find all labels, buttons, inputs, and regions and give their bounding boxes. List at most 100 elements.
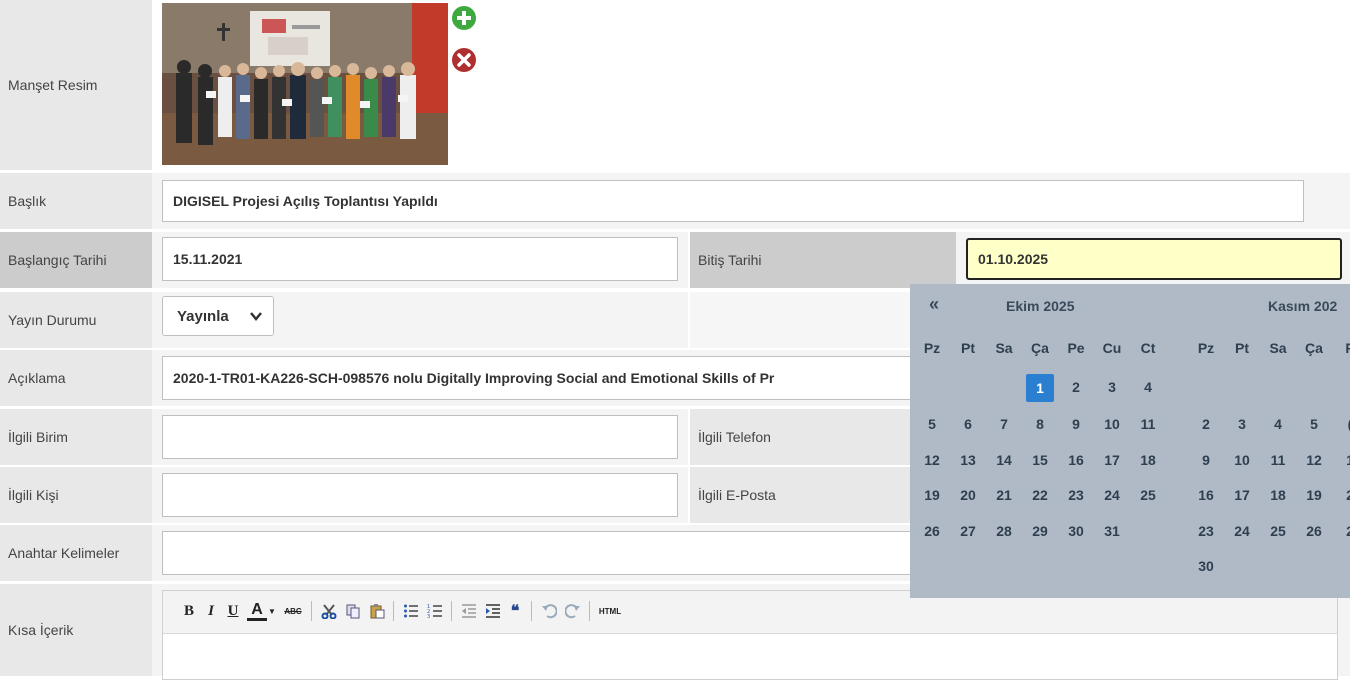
datepicker-day[interactable]: 2 — [1062, 379, 1090, 395]
close-circle-icon[interactable] — [452, 48, 476, 72]
yayin-durumu-select[interactable]: Yayınla — [162, 296, 274, 336]
datepicker-month1-title: Ekim 2025 — [1006, 298, 1075, 314]
datepicker-day[interactable]: 7 — [990, 416, 1018, 432]
bullet-list-icon[interactable] — [401, 601, 421, 621]
datepicker-day[interactable]: 11 — [1264, 452, 1292, 468]
datepicker-day[interactable]: 5 — [1300, 416, 1328, 432]
datepicker-day[interactable]: 19 — [1300, 487, 1328, 503]
spellcheck-button[interactable]: ABC — [281, 601, 305, 621]
datepicker-weekday: Cu — [1102, 340, 1122, 356]
html-source-button[interactable]: HTML — [595, 601, 625, 621]
datepicker-weekday: Pz — [1197, 340, 1215, 356]
cut-icon[interactable] — [319, 601, 339, 621]
datepicker-weekday: Ct — [1140, 340, 1156, 356]
datepicker-day[interactable]: 21 — [990, 487, 1018, 503]
datepicker-day[interactable]: 2 — [1336, 487, 1350, 503]
redo-icon[interactable] — [563, 601, 583, 621]
datepicker-day[interactable]: 11 — [1134, 416, 1162, 432]
ilgili-kisi-input[interactable] — [162, 473, 678, 517]
bitis-tarihi-label: Bitiş Tarihi — [690, 232, 956, 288]
underline-button[interactable]: U — [225, 601, 241, 621]
datepicker-day[interactable]: 17 — [1228, 487, 1256, 503]
datepicker-weekday: P — [1336, 340, 1350, 356]
indent-icon[interactable] — [483, 601, 503, 621]
datepicker-day[interactable]: 9 — [1062, 416, 1090, 432]
blockquote-icon[interactable]: ❝ — [505, 601, 525, 621]
bold-button[interactable]: B — [181, 601, 197, 621]
datepicker-day[interactable]: 24 — [1098, 487, 1126, 503]
datepicker-day[interactable]: 15 — [1026, 452, 1054, 468]
datepicker-day[interactable]: 28 — [990, 523, 1018, 539]
svg-text:3: 3 — [427, 614, 430, 619]
outdent-icon[interactable] — [459, 601, 479, 621]
datepicker-day[interactable]: 1 — [1026, 374, 1054, 402]
datepicker-day[interactable]: 17 — [1098, 452, 1126, 468]
datepicker-day[interactable]: 20 — [954, 487, 982, 503]
manset-resim-label: Manşet Resim — [0, 0, 152, 170]
datepicker-weekday: Pt — [1235, 340, 1249, 356]
datepicker-day[interactable]: 2 — [1336, 523, 1350, 539]
rich-text-editor[interactable]: B I U A ▼ ABC 123 ❝ HTML — [162, 590, 1338, 680]
datepicker-day[interactable]: 3 — [1228, 416, 1256, 432]
datepicker-day[interactable]: 30 — [1192, 558, 1220, 574]
aciklama-input[interactable]: 2020-1-TR01-KA226-SCH-098576 nolu Digita… — [162, 356, 922, 400]
datepicker-day[interactable]: 4 — [1264, 416, 1292, 432]
datepicker-day[interactable]: 26 — [918, 523, 946, 539]
datepicker-day[interactable]: 10 — [1098, 416, 1126, 432]
datepicker-day[interactable]: 2 — [1192, 416, 1220, 432]
datepicker-day[interactable]: ( — [1336, 416, 1350, 432]
datepicker-weekday: Sa — [1269, 340, 1287, 356]
undo-icon[interactable] — [539, 601, 559, 621]
numbered-list-icon[interactable]: 123 — [425, 601, 445, 621]
datepicker-day[interactable]: 16 — [1192, 487, 1220, 503]
datepicker-day[interactable]: 8 — [1026, 416, 1054, 432]
datepicker-day[interactable]: 13 — [954, 452, 982, 468]
datepicker-weekday: Pz — [923, 340, 941, 356]
datepicker-day[interactable]: 18 — [1134, 452, 1162, 468]
copy-icon[interactable] — [343, 601, 363, 621]
datepicker-day[interactable]: 16 — [1062, 452, 1090, 468]
italic-button[interactable]: I — [203, 601, 219, 621]
caret-down-icon[interactable]: ▼ — [267, 601, 277, 621]
datepicker-day[interactable]: 25 — [1134, 487, 1162, 503]
datepicker-day[interactable]: 3 — [1098, 379, 1126, 395]
datepicker-day[interactable]: 23 — [1062, 487, 1090, 503]
datepicker-day[interactable]: 27 — [954, 523, 982, 539]
datepicker-day[interactable]: 23 — [1192, 523, 1220, 539]
datepicker-day[interactable]: 12 — [918, 452, 946, 468]
datepicker-day[interactable]: 12 — [1300, 452, 1328, 468]
baslangic-tarihi-input[interactable]: 15.11.2021 — [162, 237, 678, 281]
toolbar-separator — [589, 601, 590, 621]
datepicker-day[interactable]: 18 — [1264, 487, 1292, 503]
datepicker-day[interactable]: 19 — [918, 487, 946, 503]
kisa-icerik-label: Kısa İçerik — [0, 584, 152, 676]
paste-icon[interactable] — [367, 601, 387, 621]
datepicker-weekday: Sa — [995, 340, 1013, 356]
datepicker-day[interactable]: 4 — [1134, 379, 1162, 395]
datepicker-day[interactable]: 14 — [990, 452, 1018, 468]
datepicker-day[interactable]: 31 — [1098, 523, 1126, 539]
datepicker-day[interactable]: 22 — [1026, 487, 1054, 503]
bitis-tarihi-input[interactable]: 01.10.2025 — [966, 238, 1342, 280]
anahtar-kelimeler-input[interactable] — [162, 531, 922, 575]
datepicker-day[interactable]: 6 — [954, 416, 982, 432]
datepicker-day[interactable]: 1 — [1336, 452, 1350, 468]
yayin-durumu-label: Yayın Durumu — [0, 292, 152, 348]
datepicker-day[interactable]: 10 — [1228, 452, 1256, 468]
datepicker-day[interactable]: 5 — [918, 416, 946, 432]
datepicker-day[interactable]: 25 — [1264, 523, 1292, 539]
datepicker-day[interactable]: 9 — [1192, 452, 1220, 468]
plus-circle-icon[interactable] — [452, 6, 476, 30]
ilgili-birim-input[interactable] — [162, 415, 678, 459]
anahtar-kelimeler-label: Anahtar Kelimeler — [0, 525, 152, 581]
datepicker-prev-button[interactable]: « — [929, 294, 939, 315]
datepicker-day[interactable]: 24 — [1228, 523, 1256, 539]
datepicker-day[interactable]: 30 — [1062, 523, 1090, 539]
datepicker-day[interactable]: 29 — [1026, 523, 1054, 539]
ilgili-eposta-label: İlgili E-Posta — [690, 467, 910, 523]
datepicker-day[interactable]: 26 — [1300, 523, 1328, 539]
datepicker-weekday: Pe — [1067, 340, 1085, 356]
aciklama-label: Açıklama — [0, 350, 152, 406]
font-color-button[interactable]: A — [247, 601, 267, 621]
baslik-input[interactable]: DIGISEL Projesi Açılış Toplantısı Yapıld… — [162, 180, 1304, 222]
